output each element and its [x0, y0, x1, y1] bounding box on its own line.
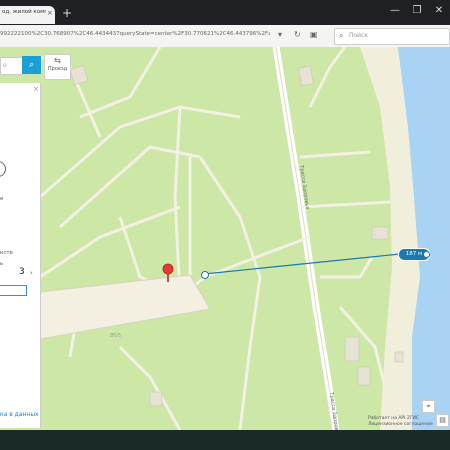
ruler-icon[interactable]: ⌖: [422, 400, 435, 413]
search-placeholder: Поиск: [349, 32, 369, 39]
report-data-link[interactable]: ка в данных: [0, 411, 39, 418]
new-tab-button[interactable]: +: [62, 7, 72, 19]
reload-icon[interactable]: ↻: [294, 30, 301, 39]
dropdown-icon[interactable]: ▾: [278, 30, 282, 39]
attribution-line: Работает на API 2ГИС Лицензионное соглаш…: [368, 416, 433, 427]
browser-search-input[interactable]: ⌕ Поиск: [334, 28, 450, 45]
panel-input[interactable]: [0, 285, 27, 296]
url-field[interactable]: 992222100%2C30.768907%2C46.4434437queryS…: [0, 31, 270, 37]
measure-line: [203, 253, 401, 275]
chevron-right-icon[interactable]: ›: [30, 269, 33, 277]
window-controls: — ❐ ✕: [386, 4, 448, 18]
close-window-button[interactable]: ✕: [430, 4, 448, 18]
panel-text-2: ксте: [0, 250, 13, 256]
browser-tab[interactable]: од, жилой комплекс ×: [0, 6, 55, 24]
panel-text-3: ь: [0, 261, 4, 267]
layers-icon[interactable]: ▤: [436, 414, 449, 427]
building-number: 85/5: [110, 333, 122, 339]
map-canvas[interactable]: Трасса Здоровья Трасса Здоровья 85/5: [0, 47, 450, 430]
tab-title: од, жилой комплекс: [2, 9, 46, 15]
attribution: Работает на API 2ГИС Лицензионное соглаш…: [368, 416, 433, 428]
route-icon: ⇆: [54, 56, 61, 65]
circle-icon[interactable]: [0, 161, 6, 177]
minimize-button[interactable]: —: [386, 4, 404, 18]
map-search-button[interactable]: ⌕: [22, 56, 41, 74]
search-icon: ⌕: [339, 31, 344, 40]
route-button-label: Проезд: [47, 66, 68, 72]
maximize-button[interactable]: ❐: [408, 4, 426, 18]
map-drawing: [39, 47, 450, 430]
building-85-5: [39, 274, 211, 340]
address-bar: 992222100%2C30.768907%2C46.4434437queryS…: [0, 25, 450, 47]
measure-end-node[interactable]: [423, 251, 430, 258]
route-button[interactable]: ⇆ Проезд: [44, 54, 71, 80]
tab-close-icon[interactable]: ×: [47, 9, 53, 17]
count-value: 3: [19, 267, 25, 277]
side-panel: × е ксте ь 3 › ка в данных: [0, 83, 41, 428]
park-paths: [39, 47, 391, 430]
measure-start-node[interactable]: [201, 271, 209, 279]
panel-text-1: е: [0, 196, 4, 202]
search-icon: ⌕: [28, 60, 35, 70]
taskbar: [0, 430, 450, 450]
browser-chrome: од, жилой комплекс × + — ❐ ✕ 992222100%2…: [0, 0, 450, 47]
panel-close-icon[interactable]: ×: [33, 85, 39, 93]
shield-icon[interactable]: ▣: [310, 30, 318, 39]
